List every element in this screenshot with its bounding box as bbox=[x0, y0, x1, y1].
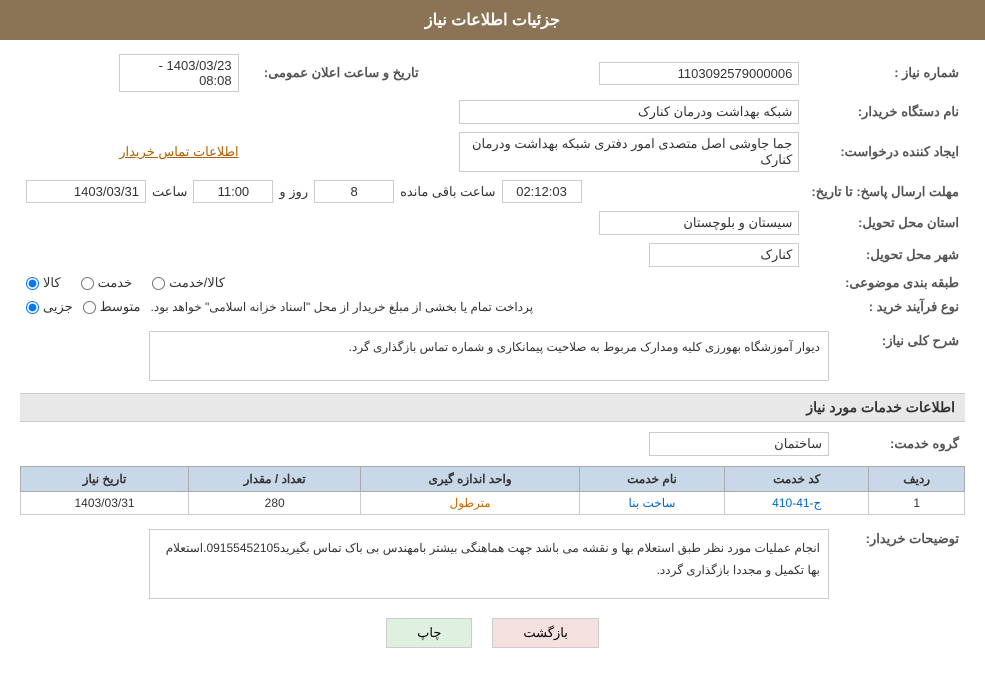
city-label: شهر محل تحویل: bbox=[805, 239, 965, 271]
remaining-time: 02:12:03 bbox=[502, 180, 582, 203]
requester-value: جما جاوشی اصل متصدی امور دفتری شبکه بهدا… bbox=[459, 132, 799, 172]
buyer-org-label: نام دستگاه خریدار: bbox=[805, 96, 965, 128]
buttons-row: بازگشت چاپ bbox=[20, 618, 965, 648]
need-number-value: 1103092579000006 bbox=[599, 62, 799, 85]
need-number-label: شماره نیاز : bbox=[805, 50, 965, 96]
description-label: شرح کلی نیاز: bbox=[835, 327, 965, 385]
cell-qty: 280 bbox=[189, 492, 361, 515]
service-group-value: ساختمان bbox=[649, 432, 829, 456]
province-value: سیستان و بلوچستان bbox=[599, 211, 799, 235]
deadline-days: 8 bbox=[314, 180, 394, 203]
deadline-day-label: روز و bbox=[279, 184, 308, 200]
purchase-jozei: جزیی bbox=[26, 299, 73, 315]
cell-name: ساخت بنا bbox=[579, 492, 724, 515]
cell-code: ج-41-410 bbox=[725, 492, 869, 515]
purchase-mottasat-label: متوسط bbox=[100, 299, 141, 315]
purchase-mottasat: متوسط bbox=[83, 299, 141, 315]
requester-label: ایجاد کننده درخواست: bbox=[805, 128, 965, 176]
col-unit: واحد اندازه گیری bbox=[361, 467, 580, 492]
province-label: استان محل تحویل: bbox=[805, 207, 965, 239]
radio-jozei[interactable] bbox=[26, 301, 39, 314]
buyer-notes-label: توضیحات خریدار: bbox=[835, 525, 965, 603]
announce-date-label: تاریخ و ساعت اعلان عمومی: bbox=[245, 50, 425, 96]
page-title: جزئیات اطلاعات نیاز bbox=[425, 12, 560, 29]
purchase-type-label: نوع فرآیند خرید : bbox=[805, 295, 965, 319]
category-kala-khedmat: کالا/خدمت bbox=[152, 275, 225, 291]
print-button[interactable]: چاپ bbox=[386, 618, 472, 648]
category-khedmat: خدمت bbox=[81, 275, 133, 291]
announce-date-value: 1403/03/23 - 08:08 bbox=[119, 54, 239, 92]
radio-khedmat[interactable] bbox=[81, 277, 94, 290]
remaining-label: ساعت باقی مانده bbox=[400, 184, 495, 200]
col-qty: تعداد / مقدار bbox=[189, 467, 361, 492]
cell-unit: مترطول bbox=[361, 492, 580, 515]
table-row: 1 ج-41-410 ساخت بنا مترطول 280 1403/03/3… bbox=[21, 492, 965, 515]
cell-date: 1403/03/31 bbox=[21, 492, 189, 515]
category-kala-label: کالا bbox=[43, 275, 61, 291]
description-value: دیوار آموزشگاه بهورزی کلیه ومدارک مربوط … bbox=[149, 331, 829, 381]
radio-kala-khedmat[interactable] bbox=[152, 277, 165, 290]
category-kala-khedmat-label: کالا/خدمت bbox=[169, 275, 225, 291]
category-label: طبقه بندی موضوعی: bbox=[805, 271, 965, 295]
purchase-jozei-label: جزیی bbox=[43, 299, 73, 315]
back-button[interactable]: بازگشت bbox=[492, 618, 598, 648]
response-deadline-label: مهلت ارسال پاسخ: تا تاریخ: bbox=[805, 176, 965, 207]
col-row: ردیف bbox=[869, 467, 965, 492]
radio-kala[interactable] bbox=[26, 277, 39, 290]
purchase-text: پرداخت تمام یا بخشی از مبلغ خریدار از مح… bbox=[151, 300, 534, 314]
buyer-notes-value: انجام عملیات مورد نظر طبق استعلام بها و … bbox=[149, 529, 829, 599]
services-section-title: اطلاعات خدمات مورد نیاز bbox=[20, 393, 965, 422]
service-group-label: گروه خدمت: bbox=[835, 428, 965, 460]
category-kala: کالا bbox=[26, 275, 61, 291]
page-header: جزئیات اطلاعات نیاز bbox=[0, 0, 985, 40]
cell-row: 1 bbox=[869, 492, 965, 515]
deadline-date: 1403/03/31 bbox=[26, 180, 146, 203]
col-date: تاریخ نیاز bbox=[21, 467, 189, 492]
requester-contact-link[interactable]: اطلاعات تماس خریدار bbox=[119, 144, 238, 159]
city-value: کنارک bbox=[649, 243, 799, 267]
col-name: نام خدمت bbox=[579, 467, 724, 492]
deadline-time-label: ساعت bbox=[152, 184, 187, 200]
radio-mottasat[interactable] bbox=[83, 301, 96, 314]
deadline-time: 11:00 bbox=[193, 180, 273, 203]
services-table: ردیف کد خدمت نام خدمت واحد اندازه گیری ت… bbox=[20, 466, 965, 515]
category-khedmat-label: خدمت bbox=[98, 275, 133, 291]
buyer-org-value: شبکه بهداشت ودرمان کنارک bbox=[459, 100, 799, 124]
col-code: کد خدمت bbox=[725, 467, 869, 492]
